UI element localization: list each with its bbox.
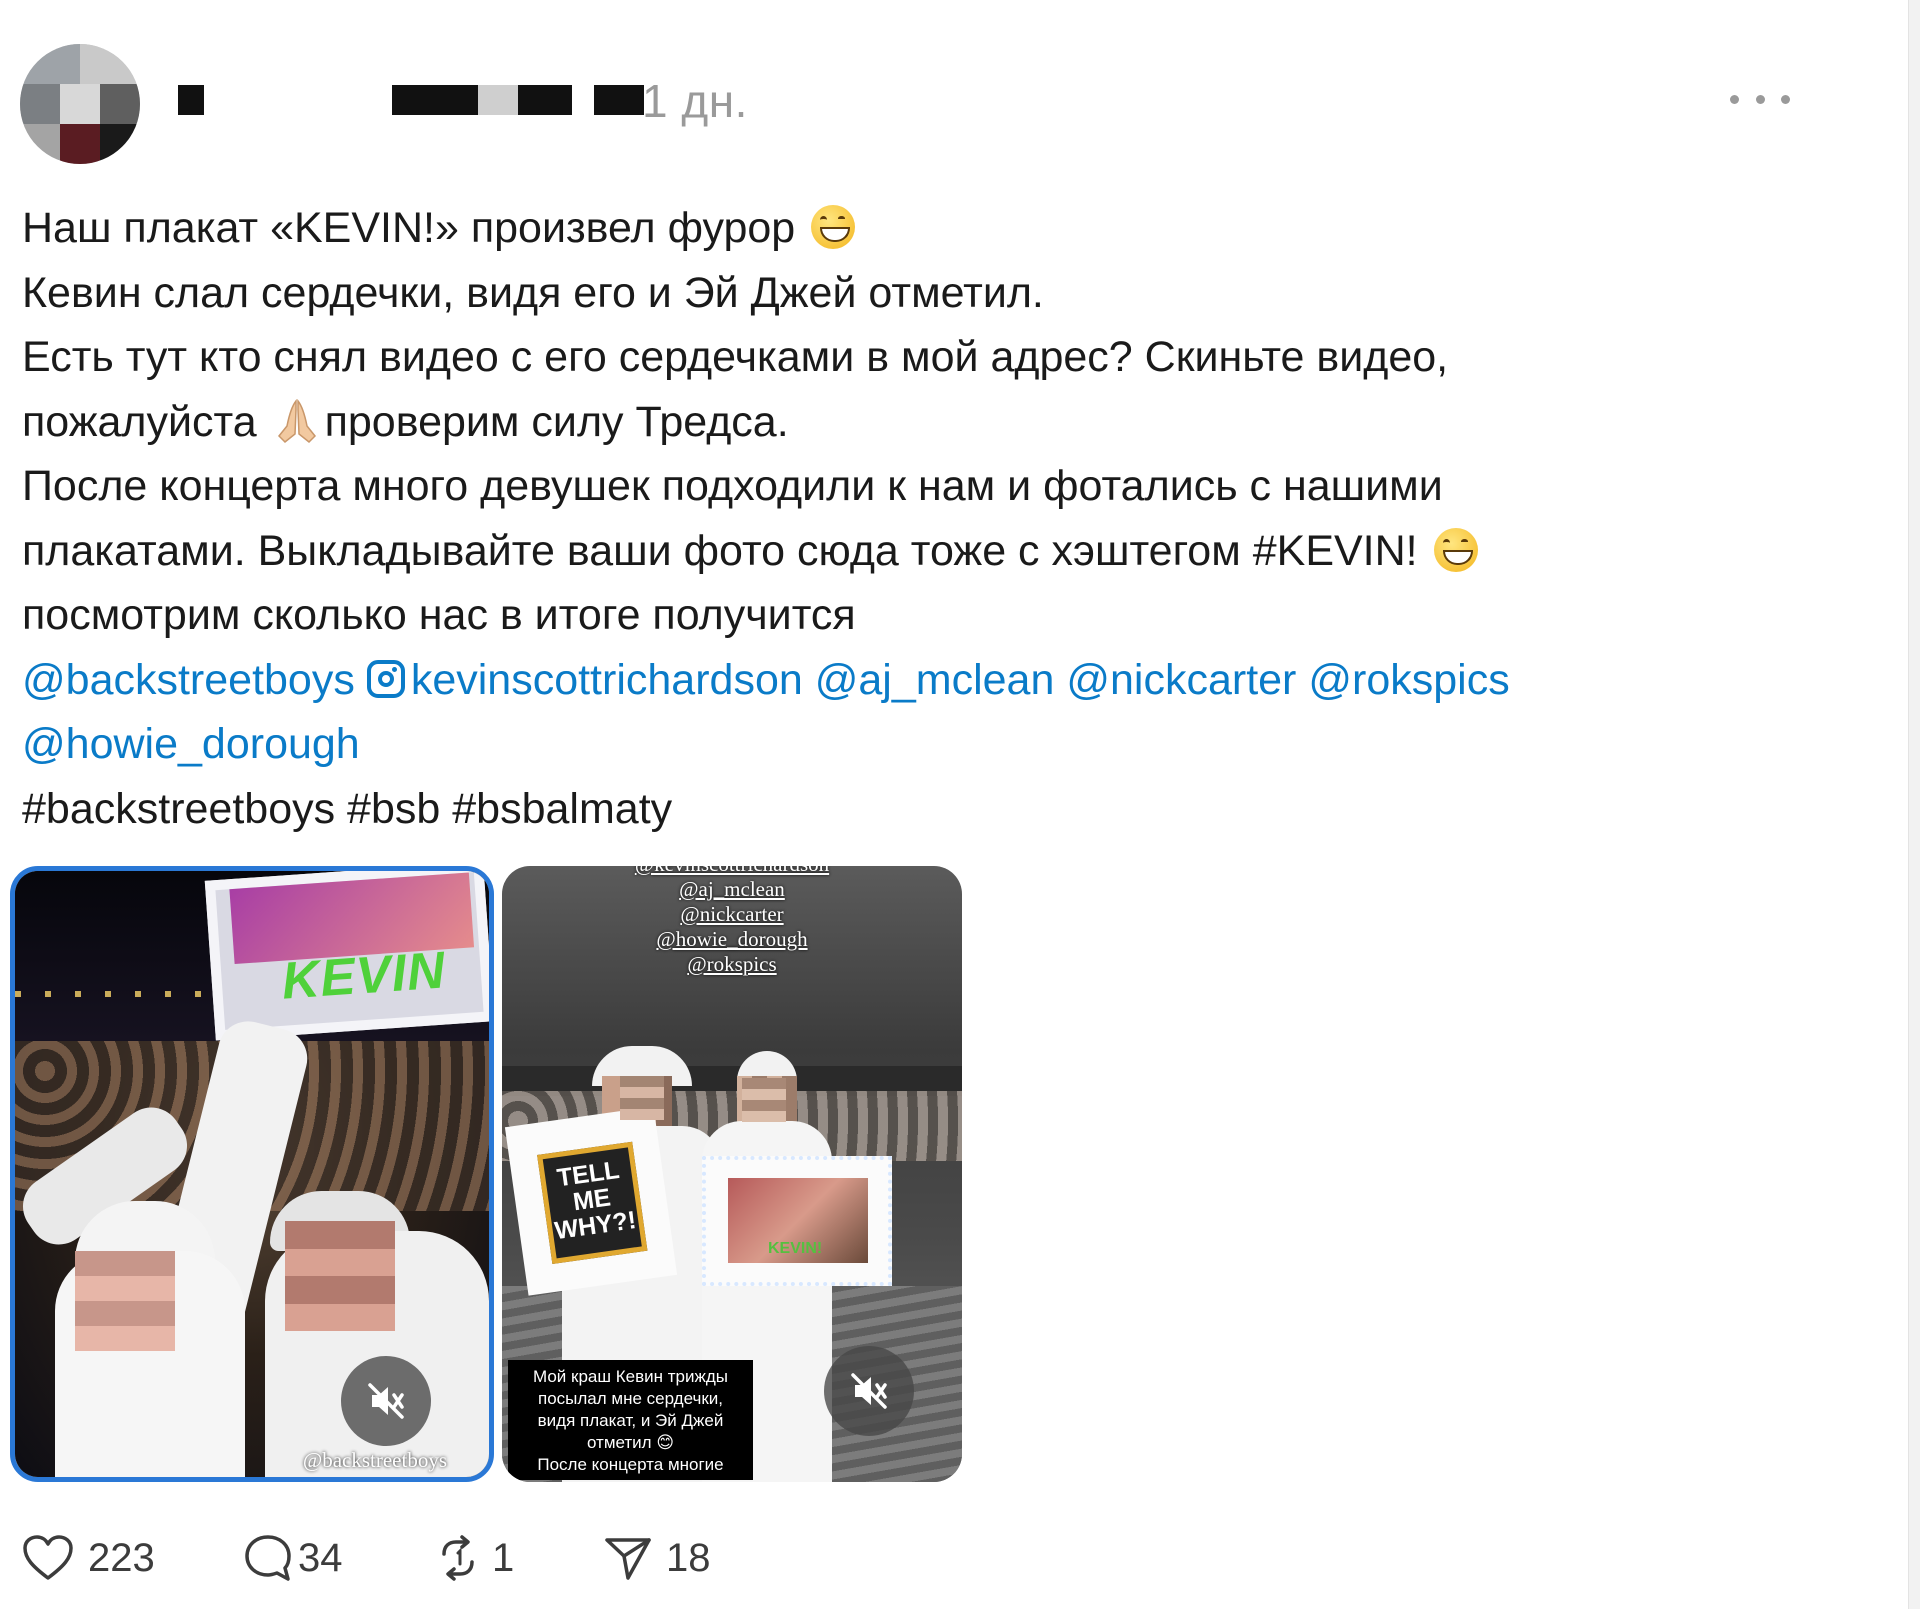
kevin-sign: KEVIN! [702, 1156, 892, 1286]
username-redaction [594, 85, 644, 115]
mute-icon [368, 1383, 404, 1419]
instagram-icon [366, 659, 405, 698]
video-thumbnail-1[interactable]: KEVIN @backstreetboys [10, 866, 494, 1482]
video-thumbnail-2[interactable]: TELL ME WHY?! KEVIN! @kevinscottrichards… [502, 866, 962, 1482]
reposts-count: 1 [492, 1535, 515, 1580]
mention-link[interactable]: @aj_mclean [815, 656, 1055, 704]
more-icon [1781, 94, 1790, 104]
tell-me-why-poster: TELL ME WHY?! [504, 1106, 678, 1296]
username-redaction [518, 85, 572, 115]
post-text-line: Кевин слал сердечки, видя его и Эй Джей … [22, 268, 1044, 317]
avatar[interactable] [20, 44, 140, 164]
kevin-sign: KEVIN [204, 871, 489, 1041]
heart-icon [23, 1535, 73, 1580]
replies-count: 34 [298, 1535, 343, 1580]
grin-emoji [1433, 527, 1478, 572]
mentions-line: @backstreetboys kevinscottrichardson @aj… [22, 648, 1722, 713]
post-actions-bar: 223 34 1 18 [22, 1528, 922, 1588]
mute-button[interactable] [824, 1346, 914, 1436]
username-redaction [478, 85, 518, 115]
caption-line: После концерта многие [537, 1455, 724, 1474]
window-edge [1908, 0, 1920, 1609]
mention-link[interactable]: @rokspics [1308, 656, 1509, 704]
repost-button[interactable]: 1 [432, 1528, 514, 1588]
overlay-mention: @aj_mclean [679, 877, 785, 901]
mentions-line: @howie_dorough [22, 712, 1722, 777]
post-text-line: пожалуйста проверим силу Тредса. [22, 397, 789, 446]
overlay-mention: @kevinscottrichardson [502, 866, 962, 877]
video-credit: @backstreetboys [302, 1448, 447, 1472]
kevin-sign-text: KEVIN! [768, 1240, 823, 1257]
more-icon [1730, 94, 1739, 104]
hashtags-line[interactable]: #backstreetboys #bsb #bsbalmaty [22, 777, 1722, 842]
overlay-mention: @nickcarter [680, 902, 784, 926]
post-header: 1 дн. [20, 40, 1840, 165]
caption-line: видя плакат, и Эй Джей [537, 1411, 724, 1430]
kevin-sign-text: KEVIN [279, 941, 448, 1011]
username-redaction [178, 85, 204, 115]
caption-line: отметил 😊 [586, 1433, 675, 1452]
caption-line: посылал мне сердечки, [538, 1389, 723, 1408]
like-button[interactable]: 223 [22, 1528, 155, 1588]
mention-link[interactable]: kevinscottrichardson [366, 656, 803, 704]
post-text-line: Наш плакат «KEVIN!» произвел фурор [22, 196, 1722, 261]
post-text-line: посмотрим сколько нас в итоге получится [22, 591, 856, 639]
pray-emoji [277, 398, 316, 443]
post-text-line: После концерта много девушек подходили к… [22, 462, 1443, 510]
mention-link[interactable]: @backstreetboys [22, 656, 355, 704]
post-text: Наш плакат «KEVIN!» произвел фурор Кевин… [22, 196, 1722, 841]
username-redaction [392, 85, 478, 115]
mute-button[interactable] [341, 1356, 431, 1446]
overlay-mention: @rokspics [687, 952, 777, 976]
post-text-line: плакатами. Выкладывайте ваши фото сюда т… [22, 519, 1722, 584]
share-button[interactable]: 18 [602, 1528, 711, 1588]
likes-count: 223 [88, 1535, 155, 1580]
mention-link[interactable]: @nickcarter [1066, 656, 1296, 704]
story-caption: Мой краш Кевин трижды посылал мне сердеч… [508, 1360, 753, 1480]
mute-icon [851, 1373, 887, 1409]
caption-line: Мой краш Кевин трижды [533, 1367, 728, 1386]
more-icon [1755, 94, 1765, 104]
shares-count: 18 [666, 1535, 711, 1580]
send-icon [605, 1538, 651, 1580]
overlay-mention: @howie_dorough [656, 927, 808, 951]
more-options-button[interactable] [1730, 84, 1790, 114]
grin-emoji [811, 205, 856, 249]
post-text-line: Есть тут кто снял видео с его сердечками… [22, 333, 1449, 381]
reply-button[interactable]: 34 [242, 1528, 343, 1588]
comment-icon [245, 1535, 291, 1581]
post-timestamp: 1 дн. [642, 75, 748, 127]
story-mentions-overlay: @kevinscottrichardson @aj_mclean @nickca… [502, 866, 962, 977]
repost-icon [442, 1535, 474, 1581]
mention-link[interactable]: @howie_dorough [22, 720, 360, 768]
